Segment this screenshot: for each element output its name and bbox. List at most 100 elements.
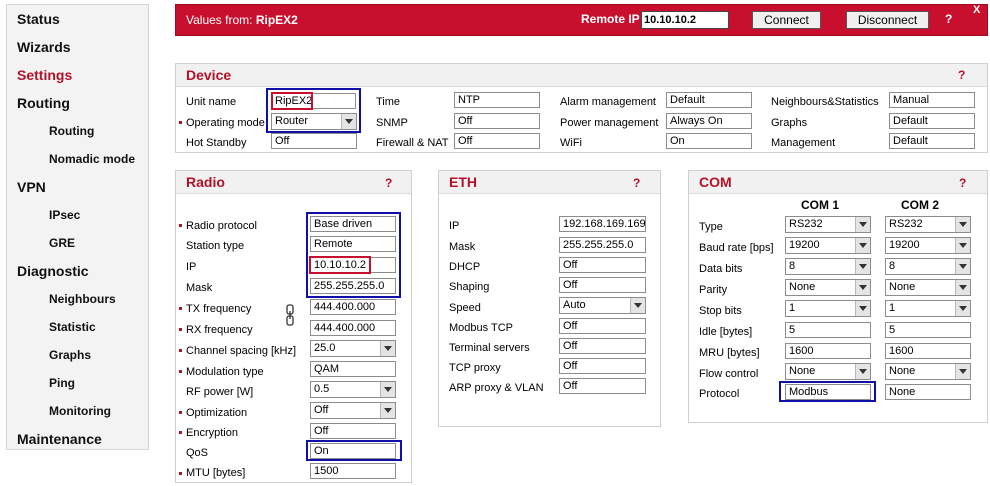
link-chain-icon[interactable] <box>285 304 295 326</box>
radio-help-icon[interactable]: ? <box>385 176 392 190</box>
eth-label: ARP proxy & VLAN <box>449 382 544 394</box>
com1-flow-select[interactable]: None <box>785 363 871 380</box>
mtu-field[interactable]: 1500 <box>310 463 396 479</box>
tcp-proxy-field[interactable]: Off <box>559 358 646 374</box>
header-help-icon[interactable]: ? <box>945 12 952 26</box>
com2-type-select[interactable]: RS232 <box>885 216 971 233</box>
dhcp-field[interactable]: Off <box>559 257 646 273</box>
chevron-down-icon <box>955 364 970 379</box>
speed-select[interactable]: Auto <box>559 297 646 314</box>
nav-nomadic[interactable]: Nomadic mode <box>49 152 135 166</box>
nav-monitoring[interactable]: Monitoring <box>49 404 111 418</box>
radio-label: MTU [bytes] <box>186 467 246 479</box>
remote-header: Values from: RipEX2 Remote IP 10.10.10.2… <box>175 4 988 36</box>
com-help-icon[interactable]: ? <box>959 176 966 190</box>
com2-flow-select[interactable]: None <box>885 363 971 380</box>
nav-gre[interactable]: GRE <box>49 236 75 250</box>
com1-idle-field[interactable]: 5 <box>785 322 871 338</box>
nav-graphs[interactable]: Graphs <box>49 348 91 362</box>
chevron-down-icon <box>380 341 395 356</box>
chevron-down-icon <box>380 382 395 397</box>
management-field[interactable]: Default <box>889 133 975 149</box>
graphs-field[interactable]: Default <box>889 113 975 129</box>
nav-vpn[interactable]: VPN <box>17 179 46 195</box>
shaping-field[interactable]: Off <box>559 277 646 293</box>
firewall-field[interactable]: Off <box>454 133 540 149</box>
hot-standby-field[interactable]: Off <box>271 133 357 149</box>
com1-mru-field[interactable]: 1600 <box>785 343 871 359</box>
com2-databits-select[interactable]: 8 <box>885 258 971 275</box>
nav-routing[interactable]: Routing <box>17 95 70 111</box>
eth-label: Modbus TCP <box>449 322 513 334</box>
com2-idle-field[interactable]: 5 <box>885 322 971 338</box>
values-from-unit: RipEX2 <box>255 13 298 27</box>
neighbours-label: Neighbours&Statistics <box>771 96 879 108</box>
device-title: Device <box>186 67 232 83</box>
radio-label: Encryption <box>186 427 238 439</box>
chevron-down-icon <box>955 217 970 232</box>
radio-label: Channel spacing [kHz] <box>186 345 297 357</box>
com-label: Baud rate [bps] <box>699 242 774 254</box>
com2-header: COM 2 <box>901 198 940 212</box>
radio-label: QoS <box>186 447 209 459</box>
com2-stopbits-select[interactable]: 1 <box>885 300 971 317</box>
com-label: Stop bits <box>699 305 742 317</box>
nav-settings[interactable]: Settings <box>17 67 72 83</box>
close-icon[interactable]: X <box>973 4 980 16</box>
radio-label: TX frequency <box>186 303 252 315</box>
nav-diagnostic[interactable]: Diagnostic <box>17 263 89 279</box>
eth-mask-field[interactable]: 255.255.255.0 <box>559 237 646 253</box>
com2-protocol-field[interactable]: None <box>885 384 971 400</box>
nav-neighbours[interactable]: Neighbours <box>49 292 116 306</box>
connect-button[interactable]: Connect <box>752 11 821 29</box>
com1-baud-select[interactable]: 19200 <box>785 237 871 254</box>
remote-ip-input[interactable]: 10.10.10.2 <box>641 11 729 29</box>
nav-ipsec[interactable]: IPsec <box>49 208 80 222</box>
com1-header: COM 1 <box>801 198 840 212</box>
radio-label: Modulation type <box>186 366 264 378</box>
nav-wizards[interactable]: Wizards <box>17 39 71 55</box>
tx-frequency-field[interactable]: 444.400.000 <box>310 299 396 315</box>
time-field[interactable]: NTP <box>454 92 540 108</box>
terminal-servers-field[interactable]: Off <box>559 338 646 354</box>
snmp-field[interactable]: Off <box>454 113 540 129</box>
operating-mode-label: Operating mode <box>186 117 265 129</box>
eth-label: IP <box>449 220 460 232</box>
wifi-field[interactable]: On <box>666 133 752 149</box>
com1-parity-select[interactable]: None <box>785 279 871 296</box>
neighbours-field[interactable]: Manual <box>889 92 975 108</box>
power-field[interactable]: Always On <box>666 113 752 129</box>
com2-baud-select[interactable]: 19200 <box>885 237 971 254</box>
radio-highlight-blue <box>306 212 401 298</box>
nav-status[interactable]: Status <box>17 11 60 27</box>
nav-routing-sub[interactable]: Routing <box>49 124 94 138</box>
required-marker <box>179 121 182 124</box>
rf-power-select[interactable]: 0.5 <box>310 381 396 398</box>
disconnect-button[interactable]: Disconnect <box>846 11 929 29</box>
alarm-label: Alarm management <box>560 96 656 108</box>
alarm-field[interactable]: Default <box>666 92 752 108</box>
nav-statistic[interactable]: Statistic <box>49 320 96 334</box>
device-help-icon[interactable]: ? <box>958 68 965 82</box>
eth-ip-field[interactable]: 192.168.169.169 <box>559 216 646 232</box>
encryption-field[interactable]: Off <box>310 423 396 439</box>
nav-ping[interactable]: Ping <box>49 376 75 390</box>
modulation-type-field[interactable]: QAM <box>310 361 396 377</box>
nav-maintenance[interactable]: Maintenance <box>17 431 102 447</box>
eth-help-icon[interactable]: ? <box>633 176 640 190</box>
channel-spacing-select[interactable]: 25.0 <box>310 340 396 357</box>
com2-mru-field[interactable]: 1600 <box>885 343 971 359</box>
arp-proxy-field[interactable]: Off <box>559 378 646 394</box>
qos-highlight-blue <box>306 440 402 461</box>
com-label: Type <box>699 221 723 233</box>
modbus-tcp-field[interactable]: Off <box>559 318 646 334</box>
com1-stopbits-select[interactable]: 1 <box>785 300 871 317</box>
com-label: Protocol <box>699 388 740 400</box>
rx-frequency-field[interactable]: 444.400.000 <box>310 320 396 336</box>
eth-label: Mask <box>449 241 476 253</box>
required-marker <box>179 349 182 352</box>
com1-type-select[interactable]: RS232 <box>785 216 871 233</box>
com2-parity-select[interactable]: None <box>885 279 971 296</box>
com1-databits-select[interactable]: 8 <box>785 258 871 275</box>
optimization-select[interactable]: Off <box>310 402 396 419</box>
